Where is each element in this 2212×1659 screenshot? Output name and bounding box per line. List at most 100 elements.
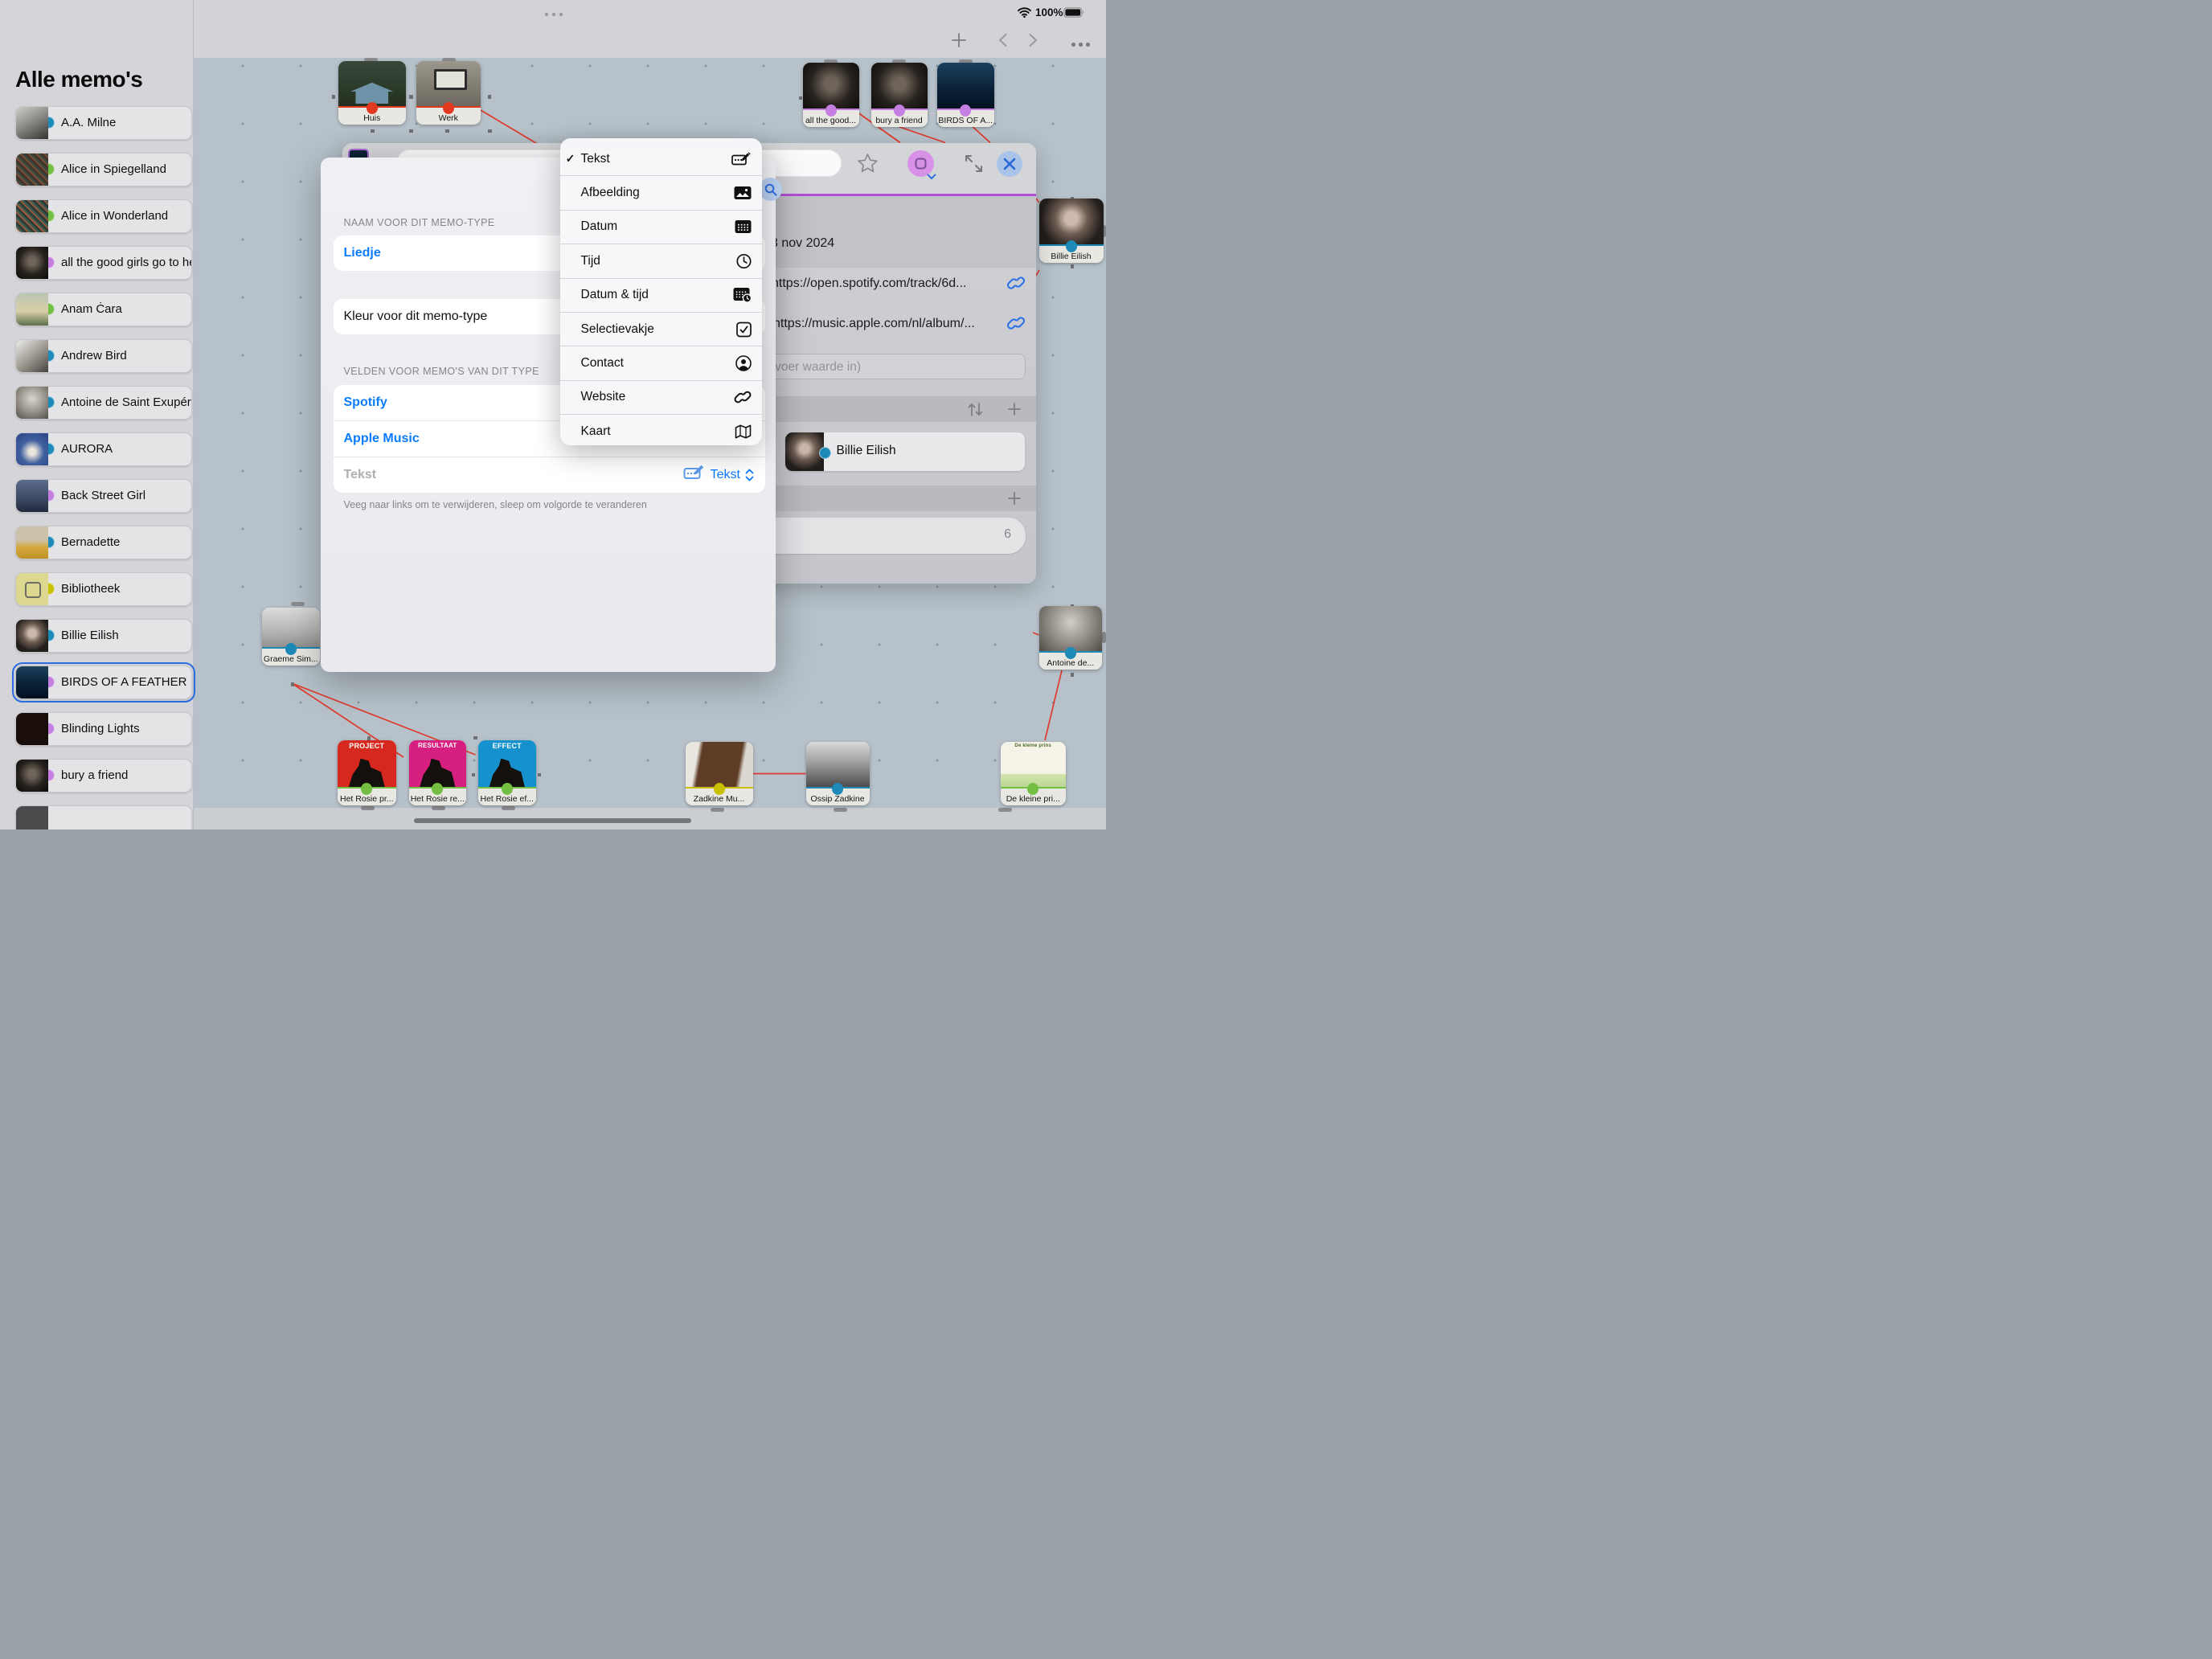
canvas-card[interactable]: Werk xyxy=(416,61,481,125)
color-row-label: Kleur voor dit memo-type xyxy=(344,309,488,324)
sidebar-item[interactable]: Bibliotheek xyxy=(15,572,192,606)
canvas-card[interactable]: PROJECTHet Rosie pr... xyxy=(338,740,396,805)
canvas-card[interactable]: Zadkine Mu... xyxy=(686,742,753,805)
selection-handle xyxy=(445,129,449,133)
link-icon xyxy=(734,388,752,406)
canvas-card[interactable]: Antoine de... xyxy=(1039,606,1103,670)
sidebar-item[interactable]: BIRDS OF A FEATHER xyxy=(15,666,192,699)
card-image xyxy=(1039,606,1103,653)
sidebar-item[interactable]: Alice in Spiegelland xyxy=(15,153,192,186)
canvas-card[interactable]: EFFECTHet Rosie ef... xyxy=(478,740,536,805)
selection-handle xyxy=(332,95,336,99)
panel-sort-icon[interactable] xyxy=(968,403,983,420)
card-cover-text: RESULTAAT xyxy=(409,742,467,749)
sidebar-item[interactable]: Bernadette xyxy=(15,526,192,559)
sidebar-item[interactable]: all the good girls go to hell xyxy=(15,246,192,280)
search-button[interactable] xyxy=(759,178,782,201)
selection-handle xyxy=(409,95,413,99)
sidebar-item[interactable]: Billie Eilish xyxy=(15,619,192,653)
card-image xyxy=(937,63,994,110)
close-panel-button[interactable] xyxy=(997,151,1022,177)
apple-music-url-value[interactable]: https://music.apple.com/nl/album/... xyxy=(773,317,975,331)
apple-music-link-icon[interactable] xyxy=(1006,313,1026,337)
card-label: Het Rosie pr... xyxy=(338,794,396,804)
sidebar-item-thumbnail xyxy=(16,433,48,465)
selection-handle xyxy=(409,129,413,133)
sidebar-item[interactable]: Alice in Wonderland xyxy=(15,199,192,233)
menu-item-afbeelding[interactable]: Afbeelding xyxy=(560,175,762,209)
star-icon[interactable] xyxy=(857,153,879,178)
menu-item-tijd[interactable]: Tijd xyxy=(560,244,762,277)
canvas-card[interactable]: RESULTAATHet Rosie re... xyxy=(409,740,467,805)
sidebar-item[interactable]: Back Street Girl xyxy=(15,479,192,513)
card-image: RESULTAAT xyxy=(409,740,467,789)
canvas-card[interactable]: Billie Eilish xyxy=(1039,199,1104,263)
card-drag-handle[interactable] xyxy=(998,808,1012,812)
sidebar-item[interactable]: Blinding Lights xyxy=(15,712,192,746)
panel-add-icon[interactable] xyxy=(1008,403,1021,420)
menu-item-label: Website xyxy=(581,390,626,404)
nav-back-icon[interactable] xyxy=(998,34,1007,51)
window-grabber-icon[interactable] xyxy=(543,6,564,21)
canvas-card[interactable]: BIRDS OF A... xyxy=(937,63,994,127)
sidebar-item[interactable]: Andrew Bird xyxy=(15,339,192,373)
field-type-button[interactable]: Tekst xyxy=(683,457,754,493)
canvas-card[interactable]: Huis xyxy=(338,61,406,125)
sidebar-item[interactable]: AURORA xyxy=(15,432,192,466)
sidebar-item[interactable]: Antoine de Saint Exupéry xyxy=(15,386,192,420)
menu-item-kaart[interactable]: Kaart xyxy=(560,414,762,445)
card-drag-handle[interactable] xyxy=(291,602,305,606)
card-cover-text: EFFECT xyxy=(478,742,536,750)
menu-item-tekst[interactable]: ✓Tekst xyxy=(560,142,762,175)
more-options-icon[interactable] xyxy=(1071,37,1091,51)
horizontal-scrollbar[interactable] xyxy=(414,818,691,823)
card-status-dot xyxy=(443,102,454,114)
nav-forward-icon[interactable] xyxy=(1029,34,1038,51)
checkbox-icon xyxy=(736,322,752,337)
spotify-link-icon[interactable] xyxy=(1006,273,1026,297)
canvas-card[interactable]: Ossip Zadkine xyxy=(806,742,870,805)
canvas-card[interactable]: all the good... xyxy=(803,63,859,127)
linked-item-label: Billie Eilish xyxy=(837,444,896,458)
value-input[interactable]: (voer waarde in) xyxy=(756,354,1026,379)
menu-item-selectievakje[interactable]: Selectievakje xyxy=(560,312,762,346)
count-row[interactable]: 6 xyxy=(756,518,1026,554)
field-row-tekst[interactable]: Tekst Tekst xyxy=(334,457,765,493)
color-type-button[interactable] xyxy=(907,150,934,177)
menu-item-label: Contact xyxy=(581,356,624,371)
sidebar-item-label: A.A. Milne xyxy=(61,116,116,129)
card-status-dot xyxy=(1066,240,1077,252)
expand-icon[interactable] xyxy=(964,154,984,178)
sidebar-item-label: Alice in Spiegelland xyxy=(61,162,166,176)
card-label: Antoine de... xyxy=(1039,658,1103,668)
panel-add-icon[interactable] xyxy=(1008,492,1021,509)
sidebar-item-label: Andrew Bird xyxy=(61,349,127,363)
canvas-card[interactable]: bury a friend xyxy=(871,63,928,127)
canvas-card[interactable]: Graeme Sim... xyxy=(262,608,321,666)
linked-item-row[interactable]: Billie Eilish xyxy=(785,432,1025,471)
sidebar-item[interactable]: A.A. Milne xyxy=(15,106,192,140)
card-drag-handle[interactable] xyxy=(502,806,515,810)
menu-item-contact[interactable]: Contact xyxy=(560,346,762,379)
menu-item-datum-tijd[interactable]: Datum & tijd xyxy=(560,278,762,312)
menu-item-label: Selectievakje xyxy=(581,322,654,337)
calendar-icon xyxy=(735,220,752,234)
canvas-card[interactable]: De kleine prinsDe kleine pri... xyxy=(1001,742,1067,805)
sidebar-item[interactable]: bury a friend xyxy=(15,759,192,793)
canvas-add-icon[interactable] xyxy=(952,33,966,51)
spotify-url-value[interactable]: https://open.spotify.com/track/6d... xyxy=(772,276,966,291)
menu-item-website[interactable]: Website xyxy=(560,380,762,414)
sidebar-item-label: Antoine de Saint Exupéry xyxy=(61,395,191,409)
menu-item-label: Datum & tijd xyxy=(581,288,649,302)
card-drag-handle[interactable] xyxy=(432,806,445,810)
menu-item-datum[interactable]: Datum xyxy=(560,210,762,244)
card-drag-handle[interactable] xyxy=(711,808,724,812)
date-value: 3 nov 2024 xyxy=(771,236,834,251)
text-input-icon xyxy=(683,465,706,485)
sidebar-item-partial[interactable] xyxy=(15,805,192,830)
image-icon xyxy=(734,186,752,200)
sidebar-item[interactable]: Anam Ċara xyxy=(15,293,192,326)
vertical-scrollbar[interactable] xyxy=(1102,632,1106,643)
card-drag-handle[interactable] xyxy=(834,808,847,812)
card-drag-handle[interactable] xyxy=(361,806,375,810)
